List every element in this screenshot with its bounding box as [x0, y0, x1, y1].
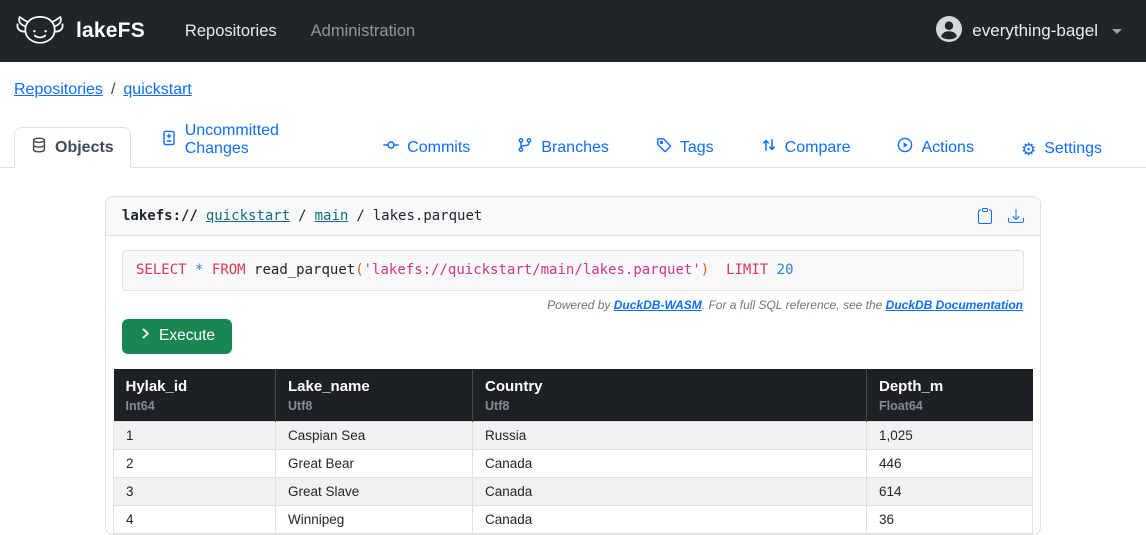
- sql-token: [768, 262, 776, 278]
- sql-token: LIMIT: [726, 262, 768, 278]
- sql-query-editor[interactable]: SELECT * FROM read_parquet('lakefs://qui…: [122, 250, 1024, 291]
- commit-icon: [383, 137, 399, 158]
- copy-path-button[interactable]: [977, 208, 993, 224]
- download-object-button[interactable]: [1008, 208, 1024, 224]
- tab-settings[interactable]: ⚙ Settings: [1004, 130, 1119, 168]
- sql-token: SELECT: [136, 262, 187, 278]
- path-separator: /: [298, 208, 306, 224]
- breadcrumb-repository-link[interactable]: quickstart: [123, 81, 191, 98]
- table-row: 2 Great Bear Canada 446: [114, 450, 1033, 478]
- tab-compare[interactable]: Compare: [744, 127, 868, 168]
- sql-token: 20: [777, 262, 794, 278]
- sql-token: 'lakefs://quickstart/main/lakes.parquet': [364, 262, 701, 278]
- object-card-body: SELECT * FROM read_parquet('lakefs://qui…: [106, 236, 1040, 534]
- execute-button[interactable]: Execute: [122, 319, 232, 354]
- clipboard-icon: [977, 208, 993, 224]
- tab-branches[interactable]: Branches: [500, 127, 626, 168]
- table-row: 4 Winnipeg Canada 36: [114, 506, 1033, 534]
- compare-icon: [761, 137, 777, 158]
- sql-token: (: [355, 262, 363, 278]
- sql-token: [187, 262, 195, 278]
- duckdb-caption: Powered by DuckDB-WASM. For a full SQL r…: [123, 298, 1023, 312]
- table-row: 1 Caspian Sea Russia 1,025: [114, 422, 1033, 450]
- sql-token: read_parquet: [246, 262, 356, 278]
- query-results: Hylak_id Int64 Lake_name Utf8 Country Ut…: [113, 369, 1033, 534]
- lakefs-home-link[interactable]: lakeFS: [14, 10, 145, 52]
- path-branch-link[interactable]: main: [315, 208, 349, 224]
- path-object-name: lakes.parquet: [373, 208, 483, 224]
- lakefs-logo-icon: [14, 10, 66, 52]
- caret-down-icon: [1112, 29, 1122, 34]
- path-separator: /: [356, 208, 364, 224]
- user-avatar-icon: [936, 16, 962, 47]
- top-navbar: lakeFS Repositories Administration every…: [0, 0, 1146, 62]
- sql-token: FROM: [212, 262, 246, 278]
- breadcrumb: Repositories / quickstart: [0, 62, 1146, 112]
- column-header: Depth_m Float64: [867, 369, 1033, 422]
- duckdb-wasm-link[interactable]: DuckDB-WASM: [614, 298, 702, 312]
- tab-objects[interactable]: Objects: [14, 127, 131, 168]
- results-table: Hylak_id Int64 Lake_name Utf8 Country Ut…: [113, 369, 1033, 534]
- tab-actions[interactable]: Actions: [880, 127, 990, 168]
- sql-token: [709, 262, 726, 278]
- user-name: everything-bagel: [972, 21, 1098, 41]
- object-card: lakefs:// quickstart / main / lakes.parq…: [105, 196, 1041, 535]
- sql-token: ): [701, 262, 709, 278]
- column-header: Hylak_id Int64: [114, 369, 276, 422]
- object-path-bar: lakefs:// quickstart / main / lakes.parq…: [106, 197, 1040, 236]
- path-scheme: lakefs://: [122, 208, 198, 224]
- tag-icon: [656, 137, 672, 158]
- brand-name: lakeFS: [76, 19, 145, 43]
- branch-icon: [517, 137, 533, 158]
- tab-tags[interactable]: Tags: [639, 127, 731, 168]
- nav-item-repositories[interactable]: Repositories: [185, 22, 277, 41]
- chevron-right-icon: [139, 327, 152, 345]
- tab-commits[interactable]: Commits: [366, 127, 487, 168]
- column-header: Lake_name Utf8: [276, 369, 473, 422]
- tab-uncommitted-changes[interactable]: Uncommitted Changes: [144, 112, 353, 168]
- file-diff-icon: [161, 130, 177, 151]
- sql-token: [203, 262, 211, 278]
- path-repo-link[interactable]: quickstart: [206, 208, 290, 224]
- object-viewer: lakefs:// quickstart / main / lakes.parq…: [105, 196, 1041, 535]
- breadcrumb-separator: /: [111, 81, 115, 98]
- database-icon: [31, 137, 47, 158]
- table-row: 3 Great Slave Canada 614: [114, 478, 1033, 506]
- gear-icon: ⚙: [1021, 141, 1036, 158]
- download-icon: [1008, 208, 1024, 224]
- results-header-row: Hylak_id Int64 Lake_name Utf8 Country Ut…: [114, 369, 1033, 422]
- breadcrumb-repositories-link[interactable]: Repositories: [14, 81, 103, 98]
- nav-item-administration[interactable]: Administration: [311, 22, 416, 41]
- play-circle-icon: [897, 137, 913, 158]
- user-menu[interactable]: everything-bagel: [936, 16, 1122, 47]
- repository-tabbar: Objects Uncommitted Changes Commits: [0, 112, 1146, 168]
- duckdb-docs-link[interactable]: DuckDB Documentation: [886, 298, 1023, 312]
- column-header: Country Utf8: [473, 369, 867, 422]
